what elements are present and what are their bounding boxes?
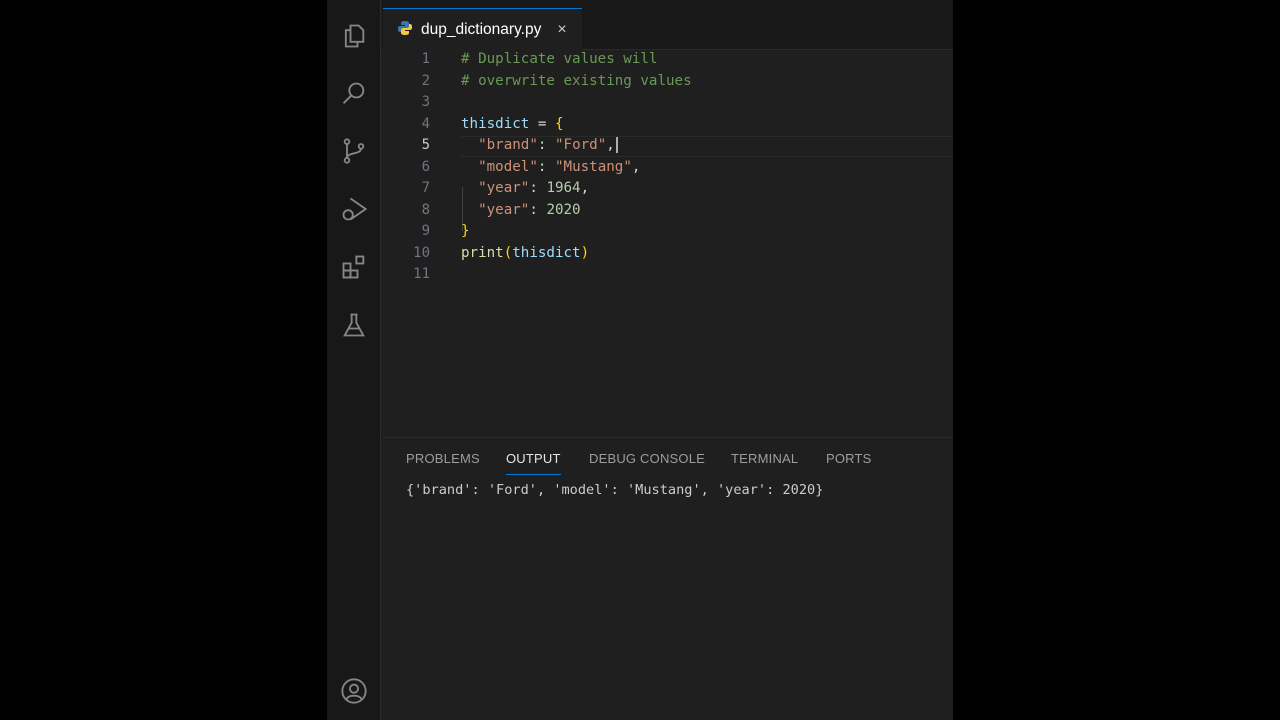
code-token: "year" xyxy=(478,180,530,196)
code-token: , xyxy=(580,180,590,196)
line-number: 3 xyxy=(421,94,430,110)
code-token: "brand" xyxy=(478,137,538,153)
line-number: 4 xyxy=(421,115,430,132)
line-number: 2 xyxy=(421,72,430,89)
code-token: thisdict xyxy=(461,115,530,132)
code-token: thisdict xyxy=(512,244,581,261)
code-line[interactable]: "year": 2020 xyxy=(461,202,581,218)
code-line[interactable]: # overwrite existing values xyxy=(461,73,692,89)
panel-tab-terminal[interactable]: TERMINAL xyxy=(731,451,798,466)
code-line[interactable]: print(thisdict) xyxy=(461,245,589,261)
close-tab-icon[interactable]: × xyxy=(557,21,566,39)
panel-tab-ports[interactable]: PORTS xyxy=(826,451,872,466)
line-number: 8 xyxy=(421,201,430,218)
line-number: 10 xyxy=(413,244,430,261)
code-token: ) xyxy=(580,244,590,261)
text-cursor: ​ xyxy=(615,137,618,153)
code-token: : xyxy=(529,201,547,218)
code-token: 1964 xyxy=(546,180,581,196)
bottom-panel: PROBLEMS OUTPUT DEBUG CONSOLE TERMINAL PORTS… xyxy=(382,437,953,720)
code-token: "Ford" xyxy=(554,137,607,153)
output-text: {'brand': 'Ford', 'model': 'Mustang', 'y… xyxy=(406,482,824,498)
code-token: , xyxy=(606,137,615,153)
code-line[interactable]: "model": "Mustang", xyxy=(461,159,640,175)
search-icon[interactable] xyxy=(338,78,370,110)
tab-bar: dup_dictionary.py × xyxy=(382,0,953,51)
code-token: # overwrite existing values xyxy=(461,72,692,89)
code-token: = xyxy=(529,115,555,132)
code-line[interactable]: thisdict = { xyxy=(461,116,564,132)
code-token: "Mustang" xyxy=(554,158,632,175)
code-token: 2020 xyxy=(546,201,581,218)
code-token: # Duplicate values will xyxy=(461,51,658,67)
code-token: ( xyxy=(503,244,513,261)
code-token: } xyxy=(461,223,470,239)
source-control-icon[interactable] xyxy=(338,135,370,167)
line-number: 9 xyxy=(421,223,430,239)
code-line[interactable]: "year": 1964, xyxy=(461,180,589,196)
code-token: "model" xyxy=(478,158,538,175)
panel-tab-problems[interactable]: PROBLEMS xyxy=(406,451,480,466)
explorer-icon[interactable] xyxy=(338,20,370,52)
account-icon[interactable] xyxy=(338,675,370,707)
run-debug-icon[interactable] xyxy=(338,193,370,225)
code-token: , xyxy=(631,158,641,175)
code-line[interactable]: } xyxy=(461,223,470,239)
line-number: 6 xyxy=(421,158,430,175)
vscode-window: dup_dictionary.py × 1 # Duplicate values … xyxy=(327,0,953,720)
code-line[interactable]: # Duplicate values will xyxy=(461,51,657,67)
line-number: 7 xyxy=(421,180,430,196)
editor-tab[interactable]: dup_dictionary.py × xyxy=(383,8,582,51)
code-line[interactable]: "brand": "Ford",​ xyxy=(461,137,618,153)
tab-filename: dup_dictionary.py xyxy=(421,21,542,38)
code-editor[interactable]: 1 # Duplicate values will 2 # overwrite exi… xyxy=(382,50,953,437)
line-number: 1 xyxy=(421,51,430,67)
code-token: "year" xyxy=(478,201,530,218)
code-token: { xyxy=(554,115,564,132)
panel-tab-output[interactable]: OUTPUT xyxy=(506,451,561,475)
python-file-icon xyxy=(397,20,413,41)
code-token: print xyxy=(461,244,504,261)
panel-tab-debug-console[interactable]: DEBUG CONSOLE xyxy=(589,451,705,466)
extensions-icon[interactable] xyxy=(338,251,370,283)
testing-icon[interactable] xyxy=(338,309,370,341)
code-token: : xyxy=(529,180,547,196)
code-token: : xyxy=(537,158,555,175)
activity-bar xyxy=(327,0,381,720)
code-token: : xyxy=(537,137,555,153)
line-number: 5 xyxy=(421,137,430,153)
line-number: 11 xyxy=(413,266,430,282)
